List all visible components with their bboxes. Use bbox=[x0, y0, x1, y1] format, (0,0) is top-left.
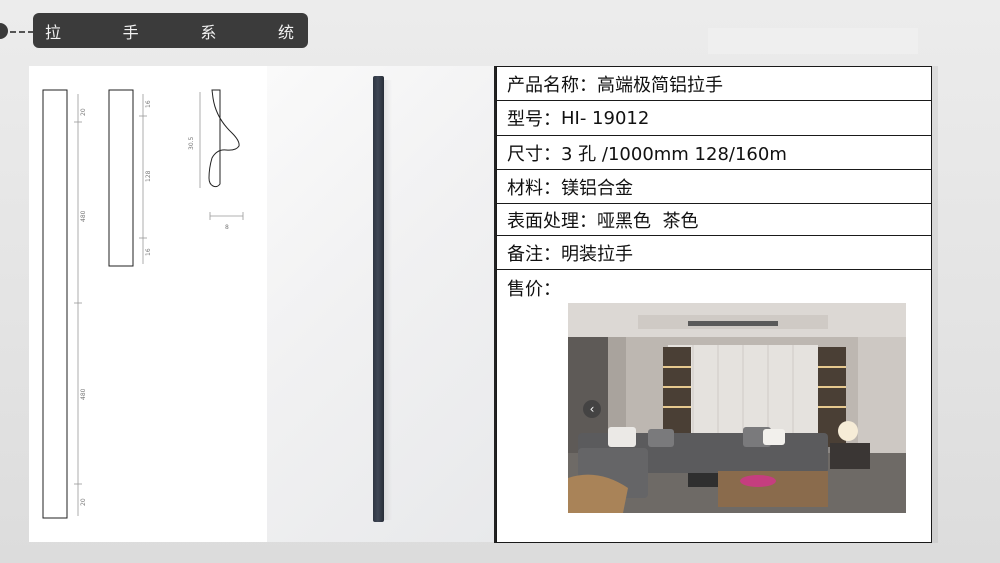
dim-label: 128 bbox=[145, 170, 152, 182]
spec-label: 型号： bbox=[507, 109, 561, 130]
spec-label: 尺寸： bbox=[507, 143, 561, 165]
dim-label: 30.5 bbox=[188, 136, 195, 150]
spec-row-material: 材料： 镁铝合金 bbox=[497, 170, 931, 204]
spec-row-finish: 表面处理： 哑黑色 茶色 bbox=[497, 204, 931, 236]
interior-photo bbox=[568, 303, 906, 513]
carousel-prev-button[interactable]: ‹ bbox=[583, 400, 601, 418]
dim-label: 20 bbox=[80, 108, 87, 116]
spec-label: 产品名称： bbox=[507, 74, 597, 96]
spec-label: 材料： bbox=[507, 177, 561, 199]
handle-product-image bbox=[373, 76, 384, 522]
living-room-illustration bbox=[568, 303, 906, 513]
dim-label: 16 bbox=[145, 100, 152, 108]
spec-value: 哑黑色 茶色 bbox=[597, 210, 699, 232]
title-char-2: 手 bbox=[122, 22, 139, 42]
title-char-3: 系 bbox=[200, 22, 217, 42]
dim-label: 480 bbox=[80, 210, 87, 222]
spec-value: HI- 19012 bbox=[561, 107, 650, 129]
side-view-outline bbox=[108, 89, 134, 267]
header-bullet bbox=[0, 23, 8, 39]
spec-row-name: 产品名称： 高端极简铝拉手 bbox=[497, 67, 931, 101]
dim-label: 480 bbox=[80, 388, 87, 400]
spec-value: 明装拉手 bbox=[561, 243, 633, 265]
spec-value: 3 孔 /1000mm 128/160m bbox=[561, 143, 787, 165]
front-view-outline bbox=[42, 89, 68, 519]
spec-value: 高端极简铝拉手 bbox=[597, 74, 723, 96]
spec-label: 售价： bbox=[507, 279, 561, 300]
technical-drawing: 20 480 480 20 16 128 16 30.5 8 bbox=[42, 89, 244, 519]
spec-row-size: 尺寸： 3 孔 /1000mm 128/160m bbox=[497, 136, 931, 170]
dim-label: 20 bbox=[80, 498, 87, 506]
profile-section-outline bbox=[208, 89, 240, 188]
spec-label: 备注： bbox=[507, 243, 561, 265]
dim-label: 16 bbox=[145, 248, 152, 256]
spec-value: 镁铝合金 bbox=[561, 177, 633, 199]
title-char-1: 拉 bbox=[45, 22, 62, 42]
header-dashed-connector bbox=[10, 31, 34, 33]
spec-row-model: 型号： HI- 19012 bbox=[497, 101, 931, 136]
technical-drawing-panel: 20 480 480 20 16 128 16 30.5 8 bbox=[29, 66, 267, 542]
title-char-4: 统 bbox=[277, 22, 294, 42]
decorative-strip bbox=[708, 28, 918, 54]
spec-row-note: 备注： 明装拉手 bbox=[497, 236, 931, 270]
handle-shadow bbox=[384, 80, 392, 520]
spec-label: 表面处理： bbox=[507, 210, 597, 232]
table-right-shade bbox=[932, 66, 938, 543]
dim-label: 8 bbox=[225, 224, 229, 231]
section-title-bar: 拉 手 系 统 bbox=[33, 13, 308, 48]
